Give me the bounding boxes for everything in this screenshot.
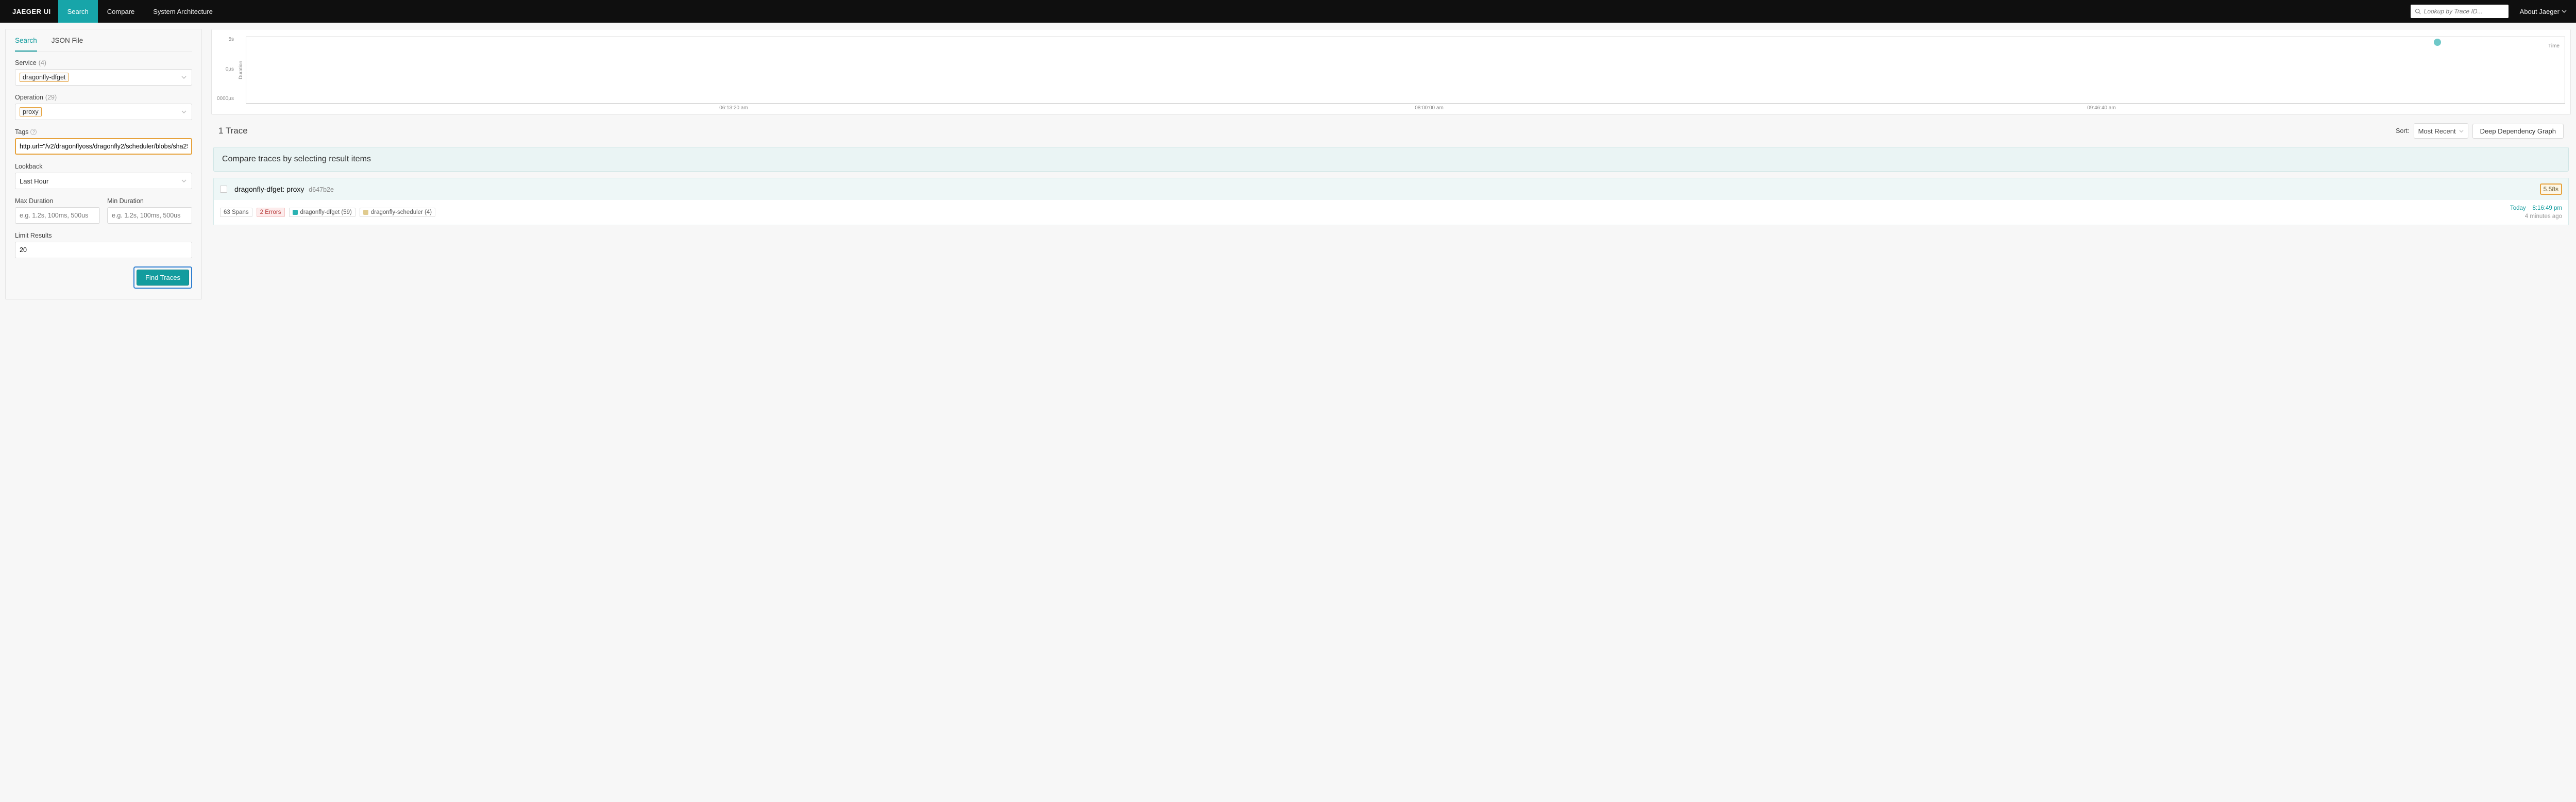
help-icon[interactable]: ? bbox=[30, 129, 37, 135]
tab-search[interactable]: Search bbox=[15, 29, 37, 52]
swatch-icon bbox=[363, 210, 368, 215]
find-traces-button[interactable]: Find Traces bbox=[137, 270, 189, 286]
trace-checkbox[interactable] bbox=[220, 186, 227, 193]
span-count-pill: 63 Spans bbox=[220, 208, 252, 217]
limit-results-label: Limit Results bbox=[15, 232, 192, 239]
service-pill-a: dragonfly-dfget (59) bbox=[289, 208, 355, 217]
scatter-chart: 5s 0µs 0000µs Duration Time 06:13:20 am … bbox=[211, 29, 2571, 115]
chevron-down-icon bbox=[181, 74, 187, 81]
results-header: 1 Trace Sort: Most Recent Deep Dependenc… bbox=[211, 115, 2571, 147]
nav-system-architecture[interactable]: System Architecture bbox=[144, 0, 222, 23]
sort-label: Sort: bbox=[2396, 127, 2409, 135]
tags-input[interactable] bbox=[15, 138, 192, 155]
trace-title: dragonfly-dfget: proxy d647b2e bbox=[234, 185, 334, 193]
operation-chip: proxy bbox=[20, 107, 42, 116]
chevron-down-icon bbox=[181, 177, 187, 185]
search-panel: Search JSON File Service (4) dragonfly-d… bbox=[5, 29, 202, 299]
top-nav: JAEGER UI Search Compare System Architec… bbox=[0, 0, 2576, 23]
lookback-select[interactable]: Last Hour bbox=[15, 173, 192, 189]
compare-banner: Compare traces by selecting result items bbox=[213, 147, 2569, 172]
nav-compare[interactable]: Compare bbox=[98, 0, 144, 23]
min-duration-input[interactable] bbox=[107, 207, 192, 224]
tab-json-file[interactable]: JSON File bbox=[52, 29, 83, 52]
trace-count: 1 Trace bbox=[218, 126, 248, 136]
search-icon bbox=[2415, 8, 2421, 14]
about-jaeger[interactable]: About Jaeger bbox=[2520, 8, 2571, 15]
trace-time-info: Today 8:16:49 pm 4 minutes ago bbox=[2510, 204, 2562, 221]
chevron-down-icon bbox=[2562, 9, 2567, 14]
x-axis-label: Time bbox=[2548, 43, 2560, 49]
chevron-down-icon bbox=[181, 108, 187, 116]
error-count-pill: 2 Errors bbox=[257, 208, 285, 217]
nav-search[interactable]: Search bbox=[58, 0, 98, 23]
trace-lookup-input[interactable] bbox=[2424, 8, 2504, 15]
limit-results-input[interactable] bbox=[15, 242, 192, 258]
swatch-icon bbox=[293, 210, 298, 215]
sort-select[interactable]: Most Recent bbox=[2414, 123, 2468, 139]
operation-select[interactable]: proxy bbox=[15, 104, 192, 120]
plot-area[interactable]: Time bbox=[246, 37, 2565, 104]
chevron-down-icon bbox=[2459, 129, 2464, 133]
max-duration-label: Max Duration bbox=[15, 197, 100, 205]
service-select[interactable]: dragonfly-dfget bbox=[15, 69, 192, 86]
min-duration-label: Min Duration bbox=[107, 197, 192, 205]
trace-card[interactable]: dragonfly-dfget: proxy d647b2e 5.58s 63 … bbox=[213, 178, 2569, 225]
service-label: Service (4) bbox=[15, 59, 192, 66]
side-tabs: Search JSON File bbox=[15, 29, 192, 52]
service-pill-b: dragonfly-scheduler (4) bbox=[360, 208, 435, 217]
trace-duration-badge: 5.58s bbox=[2540, 183, 2562, 195]
x-axis-ticks: 06:13:20 am 08:00:00 am 09:46:40 am bbox=[247, 105, 2565, 112]
scatter-point[interactable] bbox=[2434, 39, 2441, 46]
deep-dependency-graph-button[interactable]: Deep Dependency Graph bbox=[2472, 124, 2564, 139]
brand-logo: JAEGER UI bbox=[5, 8, 58, 15]
operation-label: Operation (29) bbox=[15, 94, 192, 101]
service-chip: dragonfly-dfget bbox=[20, 73, 69, 82]
lookback-label: Lookback bbox=[15, 163, 192, 170]
y-axis-label: Duration bbox=[236, 61, 246, 79]
content-column: 5s 0µs 0000µs Duration Time 06:13:20 am … bbox=[211, 29, 2571, 299]
y-axis-ticks: 5s 0µs 0000µs bbox=[217, 37, 236, 102]
trace-lookup-wrapper[interactable] bbox=[2411, 5, 2509, 18]
tags-label: Tags ? bbox=[15, 128, 192, 136]
max-duration-input[interactable] bbox=[15, 207, 100, 224]
